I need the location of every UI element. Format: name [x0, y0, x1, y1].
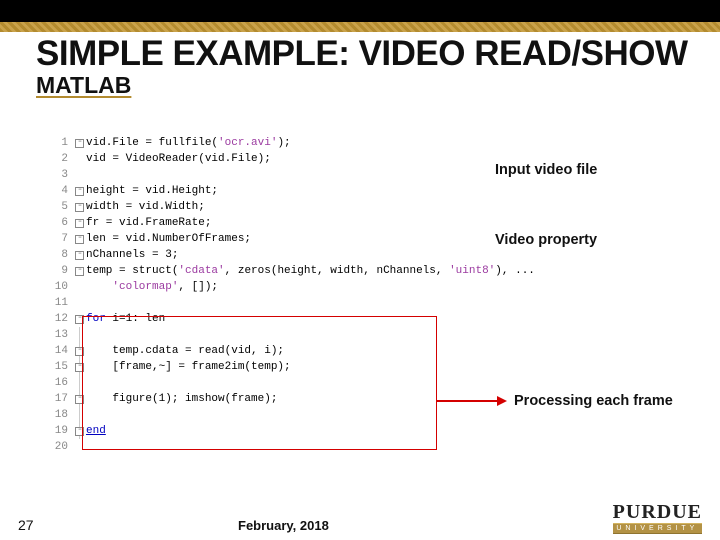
line-number: 6 — [50, 215, 72, 231]
code-line: 1 vid.File = fullfile('ocr.avi'); — [50, 135, 680, 151]
top-black-bar — [0, 0, 720, 22]
line-number: 20 — [50, 439, 72, 455]
line-number: 12 — [50, 311, 72, 327]
code-text: vid.File = fullfile('ocr.avi'); — [86, 135, 291, 151]
code-text: width = vid.Width; — [86, 199, 205, 215]
line-number: 15 — [50, 359, 72, 375]
code-text: vid = VideoReader(vid.File); — [86, 151, 271, 167]
line-number: 14 — [50, 343, 72, 359]
page-subtitle: MATLAB — [0, 73, 720, 98]
footer-date: February, 2018 — [238, 518, 329, 533]
line-number: 18 — [50, 407, 72, 423]
line-number: 3 — [50, 167, 72, 183]
logo-main: PURDUE — [613, 501, 702, 523]
line-number: 17 — [50, 391, 72, 407]
line-number: 11 — [50, 295, 72, 311]
line-number: 10 — [50, 279, 72, 295]
annotation-property: Video property — [495, 232, 597, 248]
code-text: temp = struct('cdata', zeros(height, wid… — [86, 263, 535, 279]
logo-text: PURDUE — [613, 502, 702, 522]
page-title: SIMPLE EXAMPLE: VIDEO READ/SHOW — [0, 32, 720, 73]
line-number: 8 — [50, 247, 72, 263]
line-number: 7 — [50, 231, 72, 247]
loop-highlight-box — [82, 316, 437, 450]
annotation-input: Input video file — [495, 162, 597, 178]
code-line: 4 height = vid.Height; — [50, 183, 680, 199]
code-line: 9 temp = struct('cdata', zeros(height, wi… — [50, 263, 680, 279]
line-number: 1 — [50, 135, 72, 151]
line-number: 2 — [50, 151, 72, 167]
code-line: 6 fr = vid.FrameRate; — [50, 215, 680, 231]
code-line: 11 — [50, 295, 680, 311]
code-line: 5 width = vid.Width; — [50, 199, 680, 215]
line-number: 5 — [50, 199, 72, 215]
code-line: 8 nChannels = 3; — [50, 247, 680, 263]
line-number: 16 — [50, 375, 72, 391]
code-text: len = vid.NumberOfFrames; — [86, 231, 251, 247]
purdue-logo: PURDUE UNIVERSITY — [613, 502, 702, 534]
line-number: 19 — [50, 423, 72, 439]
code-text: 'colormap', []); — [86, 279, 218, 295]
code-text: nChannels = 3; — [86, 247, 178, 263]
annotation-processing: Processing each frame — [514, 393, 673, 409]
code-text: height = vid.Height; — [86, 183, 218, 199]
arrow-head-processing — [497, 396, 507, 406]
arrow-processing — [437, 400, 497, 402]
page-number: 27 — [18, 517, 78, 533]
line-number: 13 — [50, 327, 72, 343]
line-number: 4 — [50, 183, 72, 199]
line-number: 9 — [50, 263, 72, 279]
code-line: 10 'colormap', []); — [50, 279, 680, 295]
logo-banner: UNIVERSITY — [613, 523, 702, 534]
header-stripe — [0, 22, 720, 32]
code-text: fr = vid.FrameRate; — [86, 215, 211, 231]
